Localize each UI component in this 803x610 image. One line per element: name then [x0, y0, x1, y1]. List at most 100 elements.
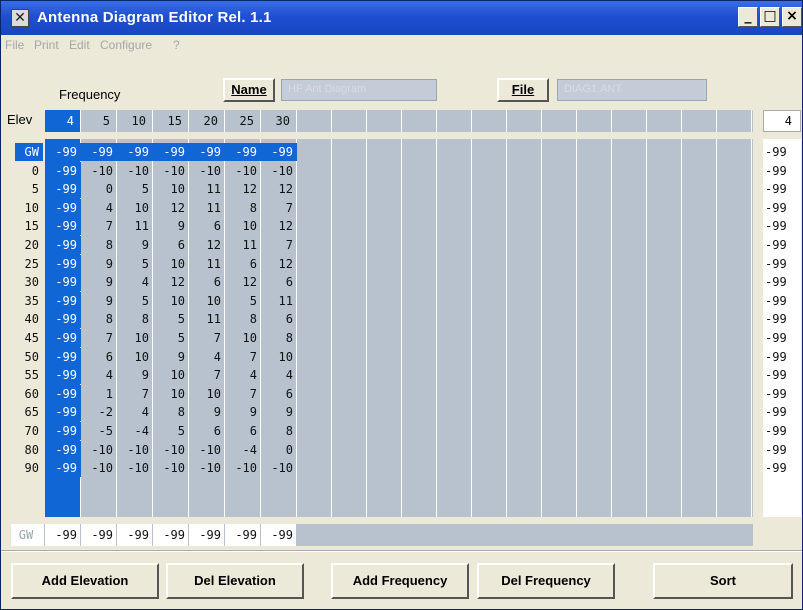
diagram-cell[interactable]: 11	[189, 180, 225, 198]
elevation-label[interactable]: 65	[1, 403, 43, 421]
diagram-cell[interactable]: 0	[81, 180, 117, 198]
diagram-cell[interactable]: -99	[45, 273, 81, 292]
diagram-cell[interactable]: 7	[261, 236, 297, 254]
empty-header-cell[interactable]	[612, 110, 647, 132]
diagram-cell[interactable]: 11	[189, 199, 225, 217]
diagram-cell[interactable]: -10	[81, 441, 117, 459]
diagram-cell[interactable]: 8	[225, 199, 261, 217]
diagram-cell[interactable]: -99	[45, 143, 81, 161]
diagram-cell[interactable]: -99	[45, 422, 81, 440]
elevation-label[interactable]: 0	[1, 162, 43, 180]
diagram-cell[interactable]: 9	[153, 348, 189, 366]
diagram-cell[interactable]: 7	[225, 348, 261, 366]
diagram-cell[interactable]: 5	[225, 292, 261, 310]
footer-value-cell[interactable]: -99	[261, 524, 297, 546]
diagram-cell[interactable]: 6	[261, 273, 297, 291]
diagram-cell[interactable]: 10	[117, 329, 153, 347]
diagram-cell[interactable]: -99	[45, 310, 81, 329]
diagram-cell[interactable]: 7	[81, 329, 117, 347]
diagram-cell[interactable]: 10	[153, 292, 189, 310]
empty-header-cell[interactable]	[717, 110, 752, 132]
diagram-cell[interactable]: -10	[153, 162, 189, 180]
diagram-cell[interactable]: 4	[261, 366, 297, 384]
diagram-cell[interactable]: -10	[153, 441, 189, 459]
empty-header-cell[interactable]	[542, 110, 577, 132]
elevation-label[interactable]: 60	[1, 385, 43, 403]
diagram-cell[interactable]: 12	[153, 273, 189, 291]
frequency-header-cell[interactable]: 30	[261, 110, 297, 132]
diagram-cell[interactable]: -4	[225, 441, 261, 459]
diagram-cell[interactable]: -10	[117, 459, 153, 477]
diagram-cell[interactable]: 9	[225, 403, 261, 421]
menu-configure[interactable]: Configure	[100, 38, 152, 52]
diagram-cell[interactable]: 10	[117, 199, 153, 217]
diagram-cell[interactable]: 7	[189, 329, 225, 347]
diagram-cell[interactable]: -99	[45, 459, 81, 478]
diagram-cell[interactable]: 6	[261, 310, 297, 328]
diagram-cell[interactable]: 10	[225, 329, 261, 347]
elevation-label[interactable]: 70	[1, 422, 43, 440]
frequency-header-cell[interactable]: 5	[81, 110, 117, 132]
diagram-cell[interactable]: 11	[189, 310, 225, 328]
diagram-cell[interactable]: 6	[153, 236, 189, 254]
file-field[interactable]: DIAG1.ANT	[557, 79, 707, 101]
elevation-label[interactable]: 55	[1, 366, 43, 384]
diagram-cell[interactable]: 12	[153, 199, 189, 217]
diagram-cell[interactable]: 8	[81, 310, 117, 328]
diagram-cell[interactable]: -10	[117, 441, 153, 459]
diagram-cell[interactable]: -99	[117, 143, 153, 161]
elevation-label[interactable]: 50	[1, 348, 43, 366]
diagram-cell[interactable]: 6	[189, 422, 225, 440]
diagram-cell[interactable]: 7	[117, 385, 153, 403]
add-frequency-button[interactable]: Add Frequency	[331, 563, 469, 599]
diagram-cell[interactable]: 10	[117, 348, 153, 366]
diagram-cell[interactable]: -99	[45, 236, 81, 254]
sort-button[interactable]: Sort	[653, 563, 793, 599]
diagram-cell[interactable]: 8	[153, 403, 189, 421]
elevation-label[interactable]: 5	[1, 180, 43, 198]
diagram-cell[interactable]: 10	[261, 348, 297, 366]
title-bar[interactable]: ✕ Antenna Diagram Editor Rel. 1.1 _ □ ×	[1, 1, 802, 35]
diagram-cell[interactable]: 10	[225, 217, 261, 235]
diagram-cell[interactable]: 9	[117, 366, 153, 384]
elevation-label[interactable]: 35	[1, 292, 43, 310]
diagram-cell[interactable]: -99	[153, 143, 189, 161]
diagram-cell[interactable]: 6	[225, 255, 261, 273]
diagram-cell[interactable]: 10	[189, 292, 225, 310]
diagram-cell[interactable]: -99	[45, 291, 81, 310]
diagram-cell[interactable]: 9	[81, 273, 117, 291]
diagram-cell[interactable]: 10	[153, 385, 189, 403]
footer-value-cell[interactable]: -99	[81, 524, 117, 546]
diagram-cell[interactable]: 8	[117, 310, 153, 328]
maximize-button[interactable]: □	[760, 7, 780, 27]
diagram-cell[interactable]: 5	[117, 180, 153, 198]
diagram-cell[interactable]: -99	[261, 143, 297, 161]
diagram-cell[interactable]: -99	[45, 384, 81, 403]
diagram-cell[interactable]: 5	[117, 292, 153, 310]
diagram-cell[interactable]: 11	[189, 255, 225, 273]
del-frequency-button[interactable]: Del Frequency	[477, 563, 615, 599]
diagram-cell[interactable]: 4	[189, 348, 225, 366]
diagram-cell[interactable]: -99	[45, 347, 81, 366]
file-button[interactable]: File	[497, 78, 549, 102]
empty-header-cell[interactable]	[647, 110, 682, 132]
diagram-cell[interactable]: 6	[225, 422, 261, 440]
menu-file[interactable]: File	[5, 38, 24, 52]
diagram-cell[interactable]: -10	[189, 441, 225, 459]
diagram-cell[interactable]: -99	[225, 143, 261, 161]
empty-header-cell[interactable]	[437, 110, 472, 132]
diagram-cell[interactable]: 11	[117, 217, 153, 235]
diagram-cell[interactable]: 7	[81, 217, 117, 235]
elevation-label[interactable]: 45	[1, 329, 43, 347]
empty-header-cell[interactable]	[297, 110, 332, 132]
diagram-cell[interactable]: 4	[225, 366, 261, 384]
diagram-cell[interactable]: 9	[261, 403, 297, 421]
diagram-cell[interactable]: 5	[153, 329, 189, 347]
close-button[interactable]: ×	[782, 7, 802, 27]
footer-value-cell[interactable]: -99	[153, 524, 189, 546]
empty-header-cell[interactable]	[332, 110, 367, 132]
diagram-cell[interactable]: 12	[261, 217, 297, 235]
diagram-cell[interactable]: -99	[81, 143, 117, 161]
footer-value-cell[interactable]: -99	[45, 524, 81, 546]
diagram-cell[interactable]: -4	[117, 422, 153, 440]
